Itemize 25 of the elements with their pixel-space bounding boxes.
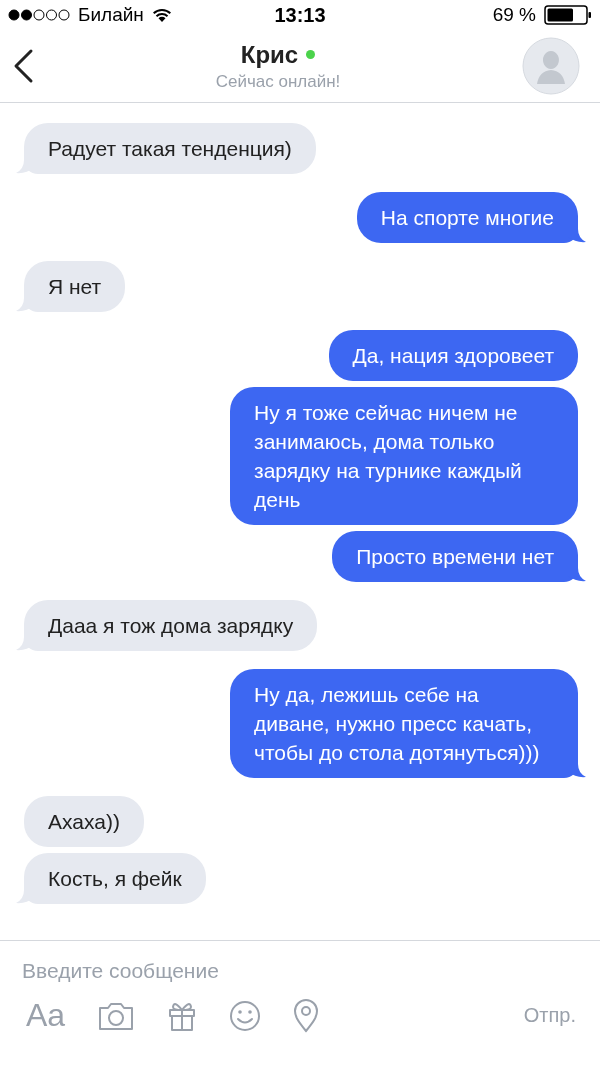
contact-name: Крис: [240, 40, 299, 69]
format-button[interactable]: Aa: [26, 997, 66, 1034]
send-button[interactable]: Отпр.: [523, 1004, 576, 1027]
message-bubble: Дааа я тож дома зарядку: [24, 600, 318, 651]
battery-percent: 69 %: [492, 4, 536, 26]
location-pin-icon[interactable]: [293, 998, 320, 1033]
back-button[interactable]: [12, 48, 34, 84]
message-bubble: Кость, я фейк: [24, 853, 206, 904]
message-bubble: Ахаха)): [24, 796, 144, 847]
avatar-icon[interactable]: [522, 37, 580, 95]
camera-icon[interactable]: [97, 1000, 136, 1031]
message-bubble: Ну да, лежишь себе на диване, нужно пресс качать, чтобы до стола дотянуться))): [230, 669, 578, 778]
message-bubble: На спорте многие: [356, 192, 578, 243]
message-bubble: Радует такая тенденция): [24, 123, 316, 174]
signal-icon: [8, 9, 70, 21]
carrier-name: Билайн: [78, 4, 144, 26]
message-bubble: Ну я тоже сейчас ничем не занимаюсь, дома только зарядку на турнике каждый день: [230, 387, 578, 525]
clock: 13:13: [274, 3, 326, 27]
message-bubble: Просто времени нет: [332, 531, 578, 582]
online-status: Сейчас онлайн!: [215, 71, 341, 92]
smiley-icon[interactable]: [229, 999, 262, 1032]
wifi-icon: [151, 7, 172, 23]
message-bubble: Я нет: [24, 261, 126, 312]
battery-icon: [544, 5, 592, 25]
message-bubble: Да, нация здоровеет: [328, 330, 578, 381]
